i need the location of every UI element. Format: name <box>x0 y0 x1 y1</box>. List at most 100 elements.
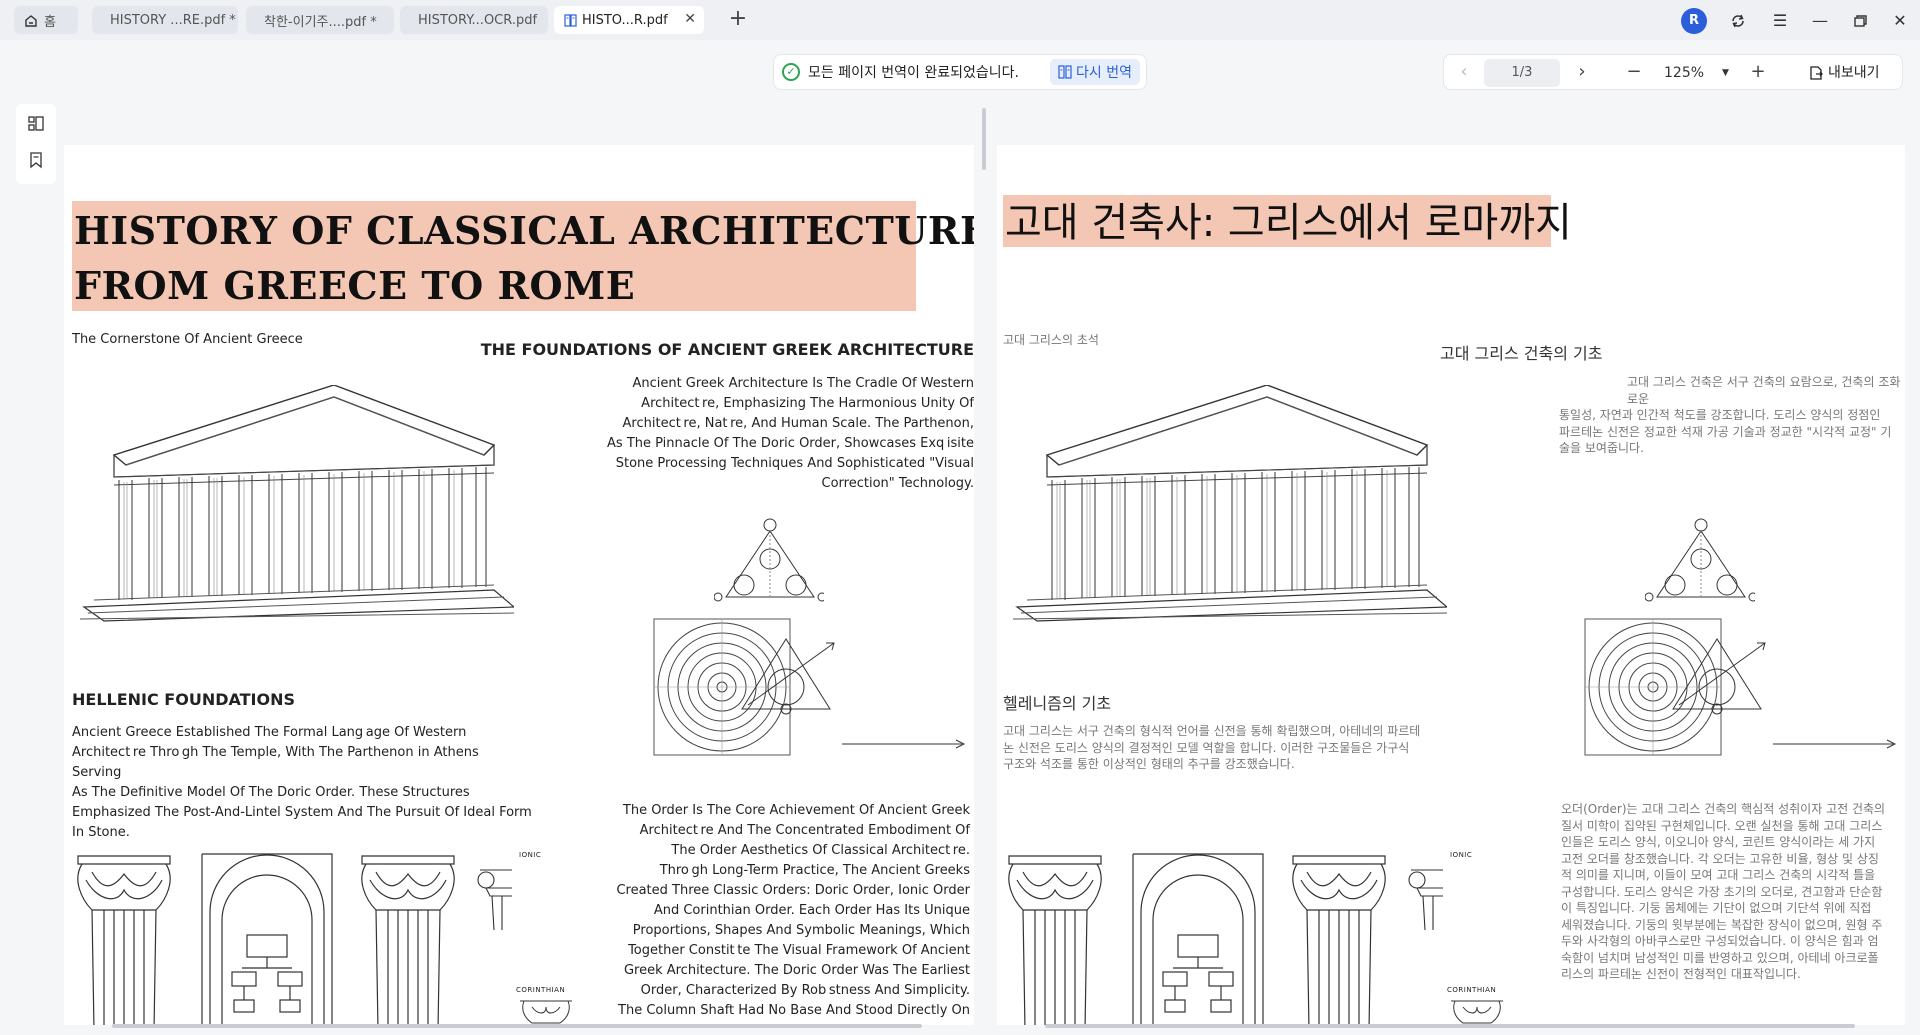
vertical-scrollbar[interactable] <box>982 108 986 170</box>
triangle-circles-diagram <box>1645 515 1755 615</box>
check-circle-icon: ✓ <box>782 63 800 81</box>
text-line: 인들은 도리스 양식, 이오니아 양식, 코린트 양식이라는 세 가지 <box>1561 835 1876 849</box>
text-line: 오더(Order)는 고대 그리스 건축의 핵심적 성취이자 고전 건축의 <box>1561 802 1886 816</box>
text-line: As The Pinnacle Of The Doric Order, Show… <box>607 436 974 451</box>
original-page: HISTORY OF CLASSICAL ARCHITECTURE: FROM … <box>64 145 974 1025</box>
translated-page: 고대 건축사: 그리스에서 로마까지 고대 그리스의 초석 고대 그리스 건축의… <box>997 145 1905 1025</box>
close-tab-icon[interactable]: ✕ <box>684 11 696 27</box>
title-highlight: 고대 건축사: 그리스에서 로마까지 <box>1003 195 1572 247</box>
export-icon <box>1808 65 1824 81</box>
maximize-icon[interactable] <box>1847 8 1873 34</box>
translate-doc-icon <box>564 13 577 27</box>
home-icon <box>24 14 38 27</box>
text-line: 술을 보여줍니다. <box>1559 441 1644 455</box>
translation-status: ✓ 모든 페이지 번역이 완료되었습니다. 다시 번역 <box>773 54 1147 90</box>
tab-document[interactable]: HISTORY ...RE.pdf * <box>92 6 238 34</box>
text-line: Together Constit te The Visual Framework… <box>628 943 970 958</box>
text-line: Created Three Classic Orders: Doric Orde… <box>616 883 970 898</box>
arrow-line-diagram <box>840 738 970 750</box>
close-window-icon[interactable]: ✕ <box>1887 8 1913 34</box>
sync-icon[interactable] <box>1725 8 1751 34</box>
tab-document[interactable]: 착한-이기주....pdf * <box>246 6 394 34</box>
section-paragraph: 오더(Order)는 고대 그리스 건축의 핵심적 성취이자 고전 건축의 질서… <box>1561 801 1905 983</box>
text-line: 고대 그리스 건축은 서구 건축의 요람으로, 건축의 조화로운 <box>1627 375 1901 406</box>
triangle-circles-diagram <box>714 515 824 615</box>
retranslate-button[interactable]: 다시 번역 <box>1050 59 1140 85</box>
text-line: Architect re, Nat re, And Human Scale. T… <box>622 416 974 431</box>
title-highlight: HISTORY OF CLASSICAL ARCHITECTURE: FROM … <box>72 201 974 311</box>
parthenon-illustration <box>1007 385 1447 625</box>
section-heading: 고대 그리스 건축의 기초 <box>1440 344 1603 363</box>
toolbar: ✓ 모든 페이지 번역이 완료되었습니다. 다시 번역 ‹ 1/3 › − 12… <box>0 40 1920 104</box>
tab-active-document[interactable]: HISTO...R.pdf ✕ <box>554 6 704 34</box>
text-line: 고대 그리스는 서구 건축의 형식적 언어를 신전을 통해 확립했으며, 아테네… <box>1003 724 1421 738</box>
text-line: 리스의 파르테논 신전이 전형적인 대표작입니다. <box>1561 967 1801 981</box>
text-line: Architect re, Emphasizing The Harmonious… <box>641 396 974 411</box>
page-navigation: ‹ 1/3 › − 125% ▼ + 내보내기 <box>1443 54 1903 90</box>
text-line: Architect re And The Concentrated Embodi… <box>639 823 970 838</box>
zoom-in-button[interactable]: + <box>1744 59 1772 87</box>
corinthian-capital-icon <box>1447 997 1507 1025</box>
zoom-out-button[interactable]: − <box>1620 59 1648 87</box>
ionic-label: IONIC <box>519 851 542 859</box>
translate-icon <box>1058 65 1072 79</box>
previous-page-button[interactable]: ‹ <box>1450 59 1478 87</box>
text-line: Stone Processing Techniques And Sophisti… <box>615 456 974 471</box>
tab-home[interactable]: 홈 <box>14 6 78 34</box>
section-paragraph: 고대 그리스는 서구 건축의 형식적 언어를 신전을 통해 확립했으며, 아테네… <box>1003 723 1463 773</box>
section-paragraph: Ancient Greek Architecture Is The Cradle… <box>534 374 974 494</box>
section-heading: 헬레니즘의 기초 <box>1003 694 1112 713</box>
thumbnails-icon[interactable] <box>26 114 46 134</box>
menu-icon[interactable]: ☰ <box>1767 8 1793 34</box>
tab-document[interactable]: HISTORY...OCR.pdf <box>400 6 548 34</box>
text-line: Emphasized The Post-And-Lintel System An… <box>72 805 532 820</box>
section-heading: HELLENIC FOUNDATIONS <box>72 690 296 709</box>
text-line: 통일성, 자연과 인간적 척도를 강조합니다. 도리스 양식의 정점인 <box>1559 408 1881 422</box>
corinthian-label: CORINTHIAN <box>1447 986 1497 994</box>
text-line: And Corinthian Order. Each Order Has Its… <box>653 903 970 918</box>
horizontal-scrollbar[interactable] <box>112 1024 922 1028</box>
zoom-level[interactable]: 125% <box>1664 59 1704 87</box>
tab-label: 홈 <box>44 14 56 30</box>
text-line: 세워졌습니다. 기둥의 윗부분에는 복잡한 장식이 없으며, 원형 주 <box>1561 917 1883 932</box>
text-line: As The Definitive Model Of The Doric Ord… <box>72 785 470 800</box>
parthenon-illustration <box>74 385 514 625</box>
horizontal-scrollbar[interactable] <box>1045 1024 1855 1028</box>
column-orders-illustration <box>1003 850 1443 1025</box>
next-page-button[interactable]: › <box>1568 59 1596 87</box>
page-subtitle: The Cornerstone Of Ancient Greece <box>72 332 303 347</box>
avatar[interactable]: R <box>1681 8 1707 34</box>
export-button[interactable]: 내보내기 <box>1808 59 1880 87</box>
text-line: In Stone. <box>72 825 130 840</box>
arrow-line-diagram <box>1771 738 1901 750</box>
corinthian-label: CORINTHIAN <box>516 986 566 994</box>
text-line: 파르테논 신전은 정교한 석재 가공 기술과 정교한 "시각적 교정" 기 <box>1559 424 1892 439</box>
zoom-dropdown-icon[interactable]: ▼ <box>1722 59 1729 87</box>
title-bar: 홈 HISTORY ...RE.pdf * 착한-이기주....pdf * HI… <box>0 0 1920 40</box>
tab-label: HISTO...R.pdf <box>582 12 668 28</box>
section-paragraph: The Order Is The Core Achievement Of Anc… <box>550 801 970 1021</box>
bookmark-icon[interactable] <box>26 150 46 170</box>
text-line: Architect re Thro gh The Temple, With Th… <box>72 745 479 780</box>
text-line: 질서 미학이 집약된 구현체입니다. 오랜 실천을 통해 고대 그리스 <box>1561 818 1883 833</box>
text-line: 숙함이 넘치며 남성적인 미를 반영하고 있으며, 아테네 아크로폴 <box>1561 950 1879 965</box>
text-line: 이 특징입니다. 기둥 몸체에는 기단이 없으며 기단석 위에 직접 <box>1561 901 1872 915</box>
tab-label: 착한-이기주....pdf * <box>264 14 377 30</box>
text-line: Order, Characterized By Rob stness And S… <box>640 983 970 998</box>
triangle-arrow-diagram <box>1669 635 1769 715</box>
section-paragraph: 고대 그리스 건축은 서구 건축의 요람으로, 건축의 조화로운 통일성, 자연… <box>1559 374 1905 457</box>
text-line: Thro gh Long-Term Practice, The Ancient … <box>659 863 970 878</box>
page-title-line1: HISTORY OF CLASSICAL ARCHITECTURE: <box>74 208 974 253</box>
page-number-input[interactable]: 1/3 <box>1484 59 1560 87</box>
text-line: Correction" Technology. <box>821 476 974 491</box>
text-line: The Column Shaft Had No Base And Stood D… <box>618 1003 970 1018</box>
text-line: 구성합니다. 도리스 양식은 가장 초기의 오더로, 견고함과 단순함 <box>1561 884 1883 899</box>
tab-label: HISTORY ...RE.pdf * <box>110 12 236 28</box>
tab-label: HISTORY...OCR.pdf <box>418 12 538 28</box>
page-title: 고대 건축사: 그리스에서 로마까지 <box>1005 200 1572 246</box>
status-text: 모든 페이지 번역이 완료되었습니다. <box>808 65 1019 81</box>
text-line: Ancient Greek Architecture Is The Cradle… <box>632 376 974 391</box>
minimize-icon[interactable]: — <box>1807 8 1833 34</box>
text-line: The Order Aesthetics Of Classical Archit… <box>671 843 970 858</box>
new-tab-button[interactable]: + <box>724 6 752 34</box>
